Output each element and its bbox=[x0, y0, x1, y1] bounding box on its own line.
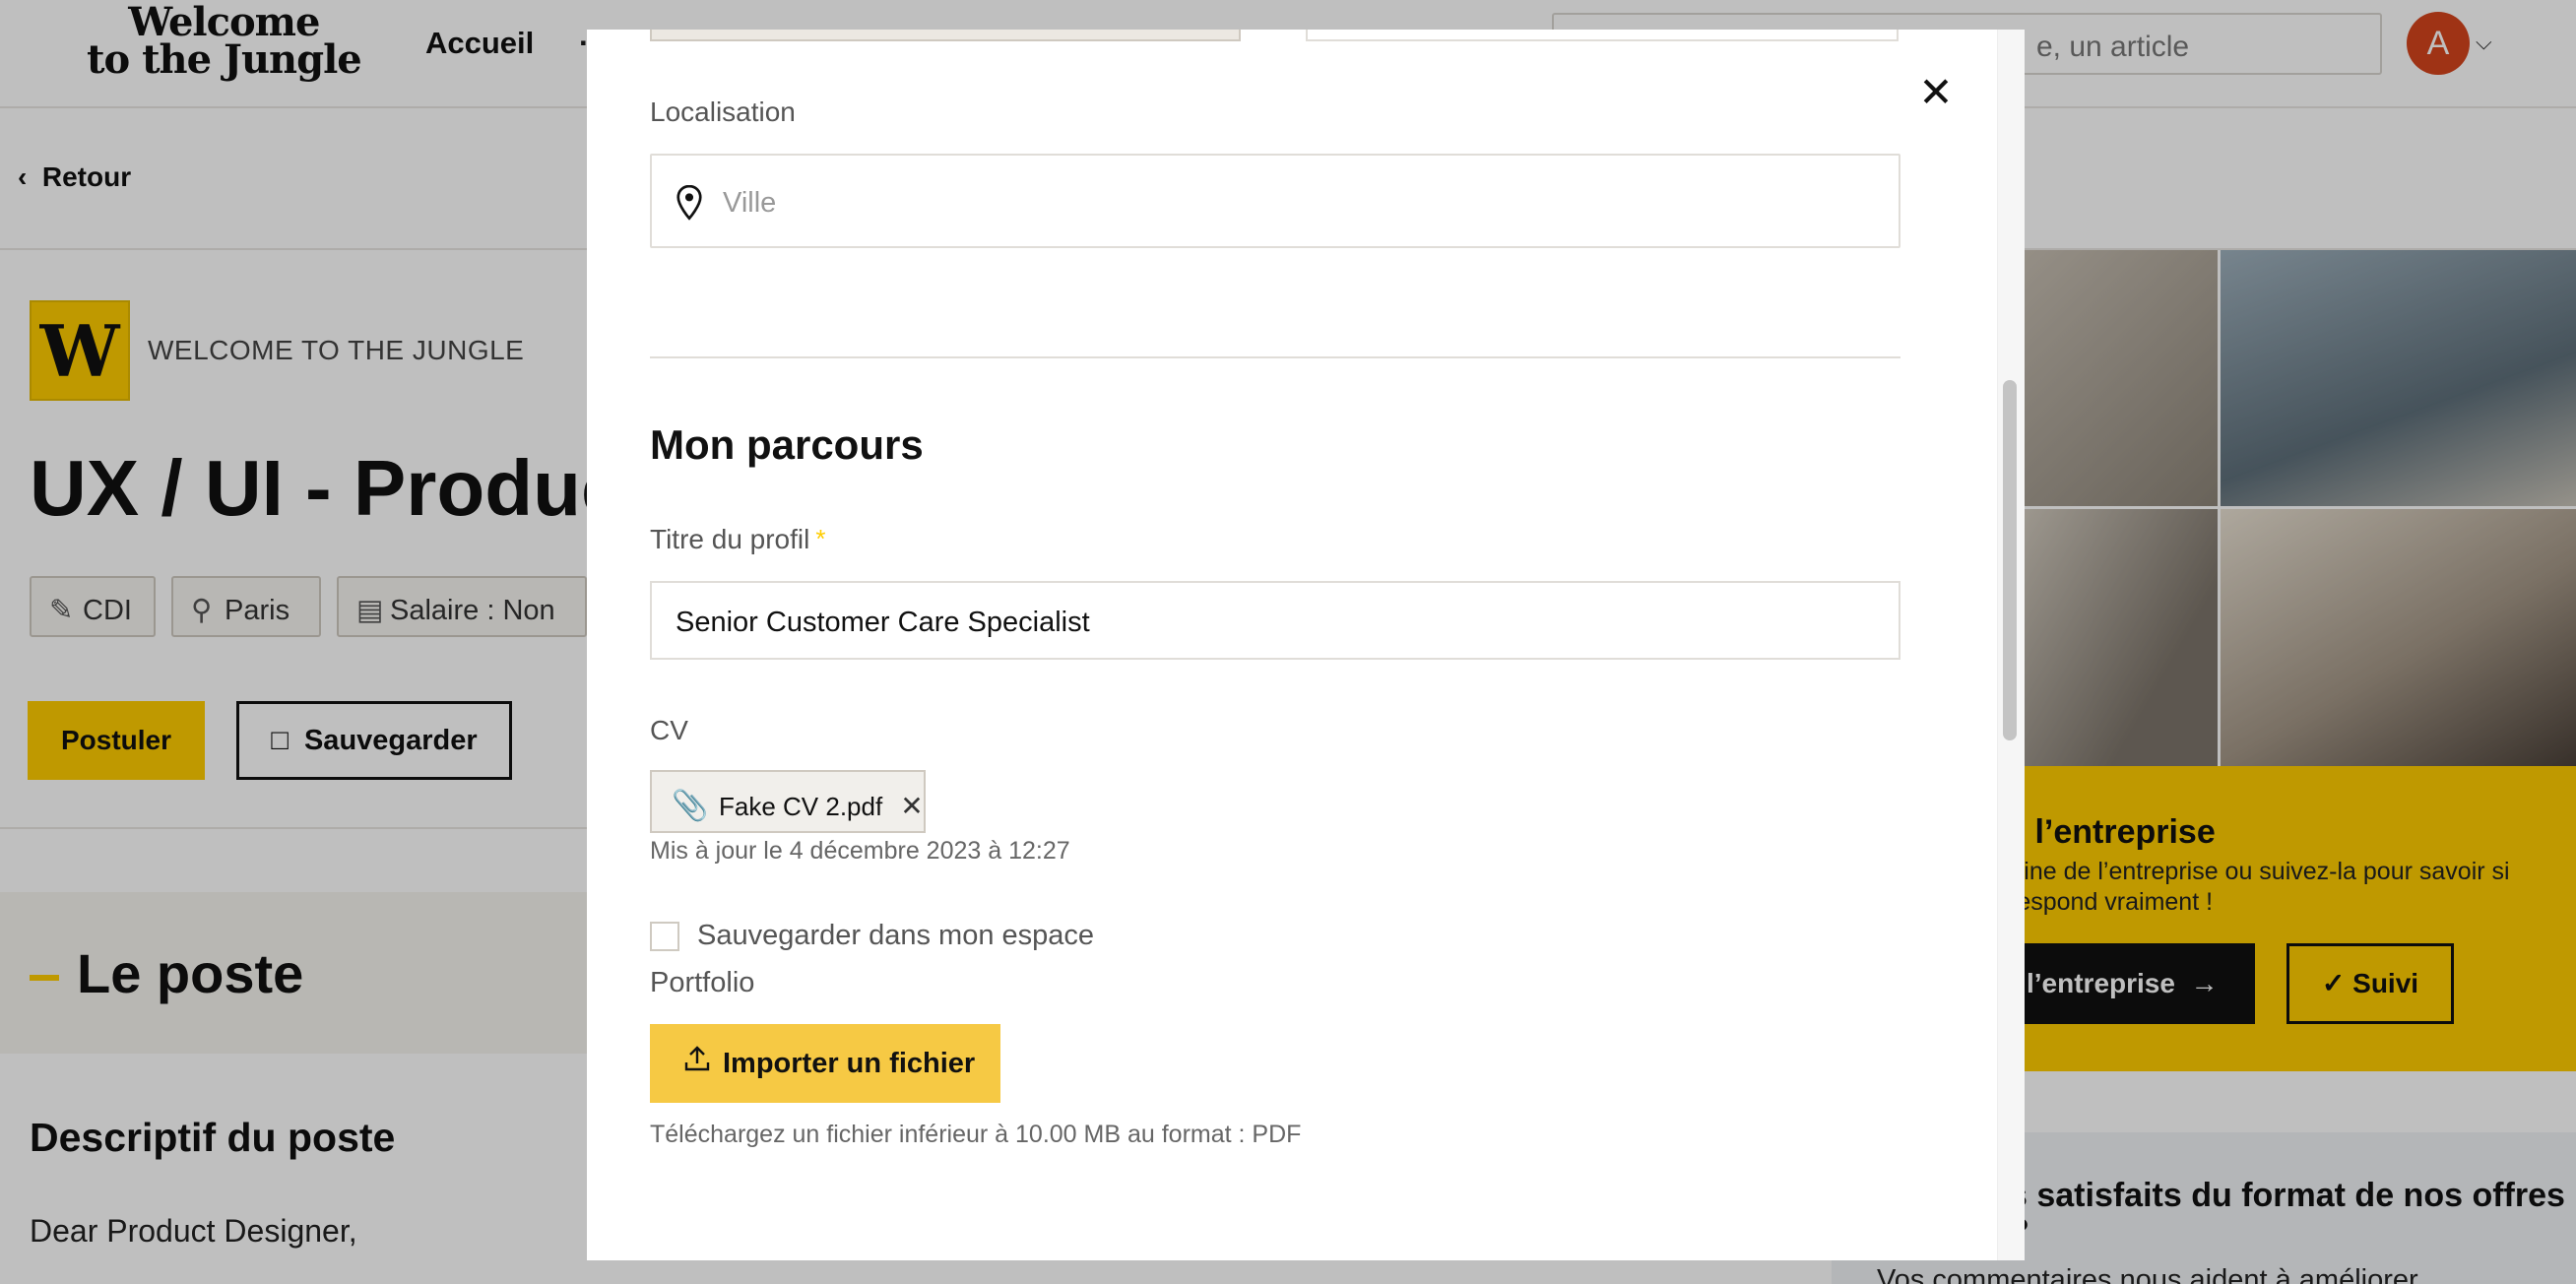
location-pin-icon bbox=[676, 185, 702, 221]
remove-file-icon[interactable]: ✕ bbox=[900, 790, 923, 822]
previous-field-right[interactable] bbox=[1306, 30, 1899, 41]
required-asterisk: * bbox=[815, 524, 826, 553]
cv-updated-date: Mis à jour le 4 décembre 2023 à 12:27 bbox=[650, 837, 1070, 865]
upload-icon bbox=[683, 1024, 723, 1103]
application-modal: ✕ Localisation Ville Mon parcours Titre … bbox=[587, 30, 2025, 1260]
import-hint: Téléchargez un fichier inférieur à 10.00… bbox=[650, 1121, 1302, 1148]
modal-scrollbar-thumb[interactable] bbox=[2003, 380, 2017, 740]
cv-label: CV bbox=[650, 715, 688, 745]
profile-title-label-text: Titre du profil bbox=[650, 524, 810, 554]
cv-file-chip[interactable]: 📎 Fake CV 2.pdf ✕ bbox=[650, 770, 926, 833]
section-title-mon-parcours: Mon parcours bbox=[650, 421, 924, 468]
profile-title-label: Titre du profil * bbox=[650, 524, 825, 555]
import-file-label: Importer un fichier bbox=[723, 1048, 976, 1079]
save-in-space-checkbox[interactable] bbox=[650, 922, 679, 951]
section-divider bbox=[650, 356, 1900, 358]
save-in-space-label[interactable]: Sauvegarder dans mon espace bbox=[697, 920, 1094, 952]
cv-file-name: Fake CV 2.pdf bbox=[719, 792, 883, 821]
location-input[interactable]: Ville bbox=[650, 154, 1900, 248]
portfolio-label: Portfolio bbox=[650, 967, 755, 998]
import-file-button[interactable]: Importer un fichier bbox=[650, 1024, 1000, 1103]
location-field-label: Localisation bbox=[650, 96, 796, 127]
profile-title-input[interactable]: Senior Customer Care Specialist bbox=[650, 581, 1900, 660]
close-icon[interactable]: ✕ bbox=[1914, 72, 1958, 116]
previous-field-left[interactable] bbox=[650, 30, 1241, 41]
paperclip-icon: 📎 bbox=[672, 790, 709, 822]
location-placeholder: Ville bbox=[723, 187, 777, 219]
